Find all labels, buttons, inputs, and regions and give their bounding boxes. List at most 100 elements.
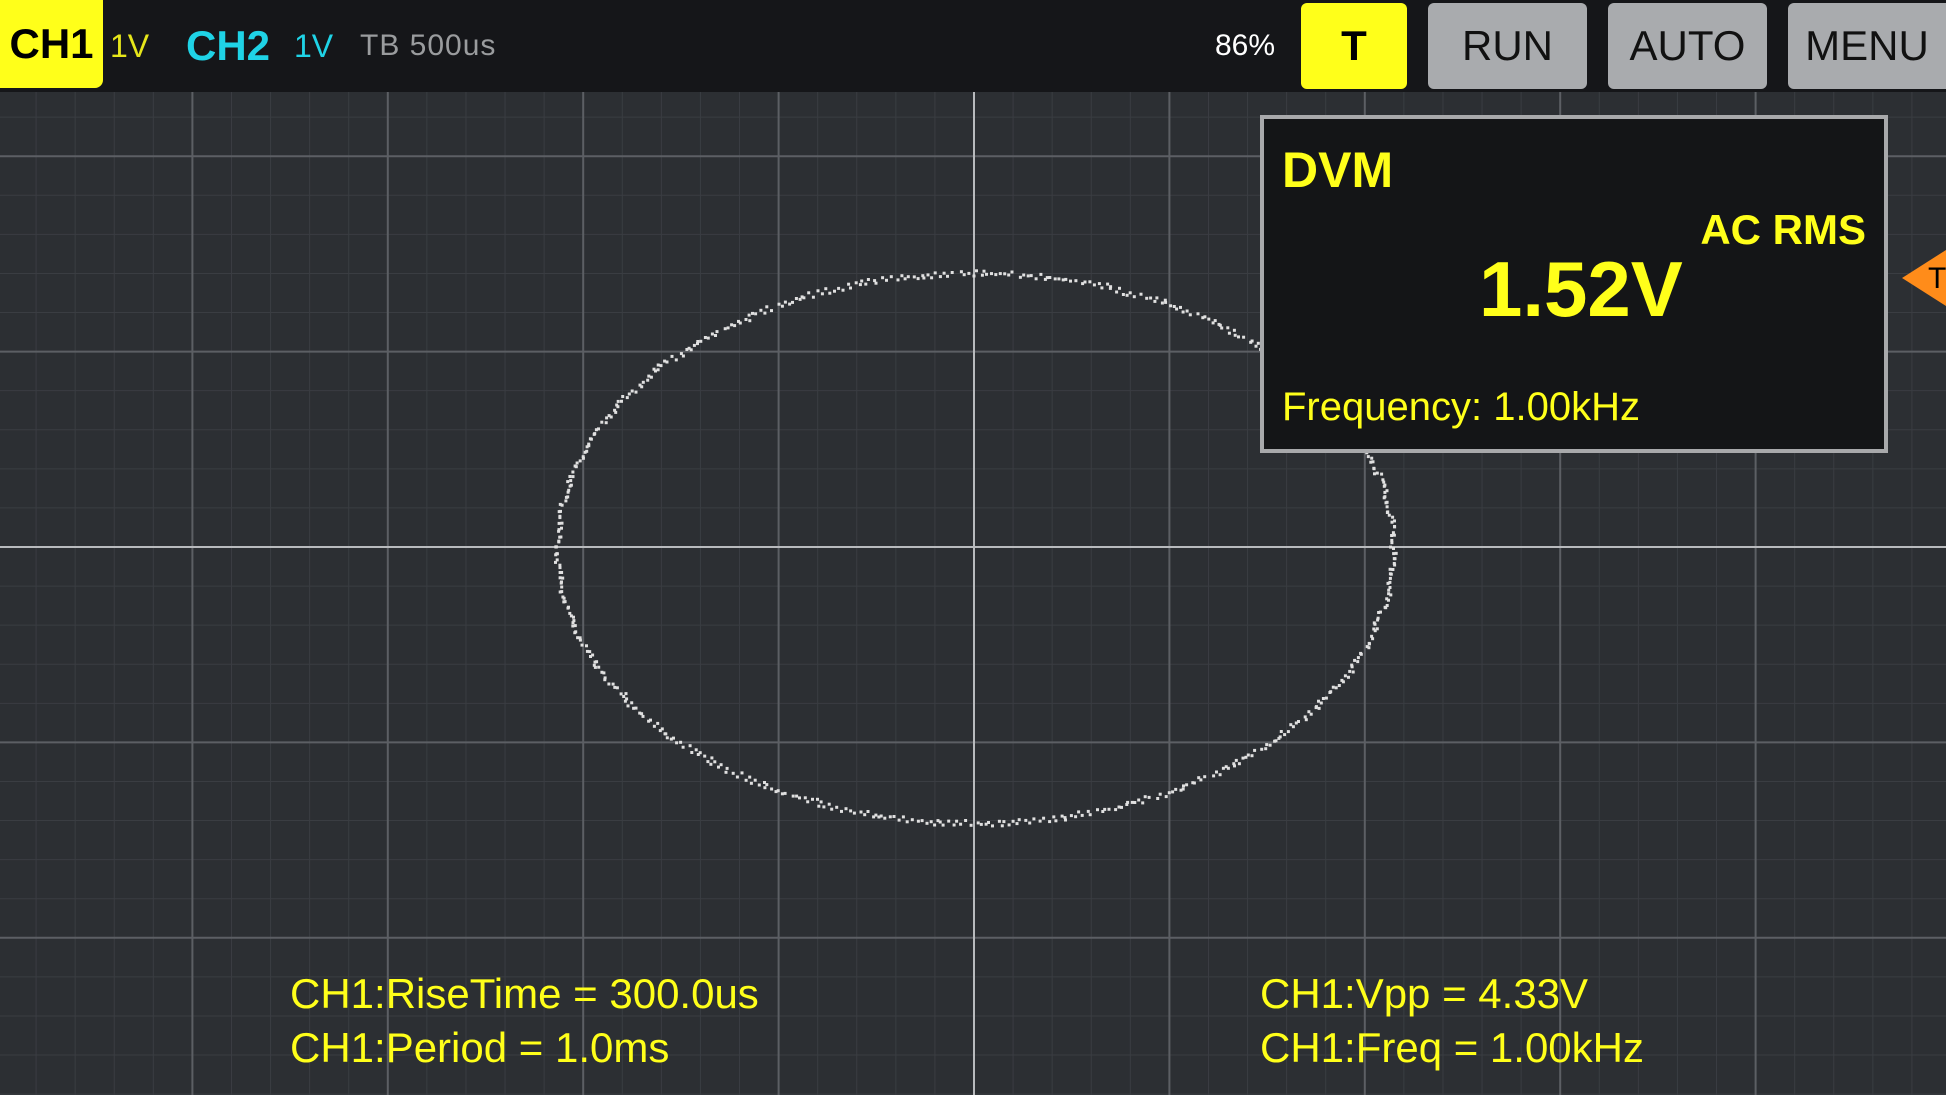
trace-dot [1010,270,1014,274]
trace-dot [1203,775,1207,779]
trace-dot [597,427,600,431]
trace-dot [557,521,561,525]
trace-dot [905,820,909,824]
trace-dot [625,396,629,400]
trace-dot [1171,790,1175,794]
trace-dot [703,754,707,758]
trace-dot [1128,291,1132,295]
trace-dot [1384,501,1388,505]
trace-dot [558,514,562,518]
trace-dot [1132,295,1136,299]
trace-dot [630,389,634,393]
trace-dot [833,289,836,293]
trace-dot [920,819,924,823]
trace-dot [613,685,617,689]
menu-button[interactable]: MENU [1788,3,1946,89]
ch2-button[interactable]: CH2 [186,0,270,92]
trace-dot [623,699,627,703]
trace-dot [681,354,685,358]
trace-dot [1372,621,1376,625]
trace-dot [916,819,920,823]
trace-dot [669,737,673,741]
trace-dot [1139,292,1143,296]
trace-dot [560,521,564,525]
trace-dot [1141,801,1145,805]
trace-dot [670,354,674,358]
ch1-button[interactable]: CH1 [0,0,103,88]
trace-dot [1145,296,1149,300]
trace-dot [964,819,968,822]
trace-dot [573,624,577,628]
trace-dot [1175,307,1179,311]
trace-dot [1034,277,1038,281]
trace-dot [630,701,634,705]
trace-dot [1373,472,1376,476]
trace-dot [592,663,596,667]
trace-dot [1038,819,1042,823]
trace-dot [1057,277,1061,281]
trace-dot [1389,545,1393,549]
trace-dot [587,442,591,446]
trace-dot [985,272,988,276]
trace-dot [569,483,573,487]
trace-dot [647,719,651,723]
trace-dot [824,287,828,291]
trace-dot [1237,762,1241,766]
trace-dot [580,643,584,647]
trace-dot [975,269,978,273]
trace-dot [1356,656,1360,660]
run-button[interactable]: RUN [1428,3,1587,89]
trace-dot [936,819,940,823]
trace-dot [692,343,696,347]
trace-dot [1385,489,1389,493]
trace-dot [1092,283,1096,287]
trace-dot [1118,286,1121,290]
trace-dot [555,552,559,556]
trace-dot [969,823,973,827]
auto-button[interactable]: AUTO [1608,3,1767,89]
trace-dot [1324,696,1328,700]
trace-dot [1265,743,1269,747]
trace-dot [1394,551,1398,555]
trace-dot [723,327,727,331]
trigger-level-marker-icon[interactable]: T [1902,250,1946,306]
trace-dot [640,385,644,389]
trace-dot [1343,674,1347,678]
trace-dot [566,606,570,610]
timebase-label[interactable]: TB 500us [360,0,496,92]
trace-dot [568,611,572,615]
trace-dot [811,295,815,299]
trace-dot [1289,723,1293,727]
trace-dot [1328,691,1332,694]
trace-dot [841,288,845,292]
trace-dot [714,334,717,337]
trace-dot [1365,645,1369,649]
trace-dot [632,706,636,710]
trace-dot [1350,663,1354,667]
trace-dot [795,794,799,798]
trace-dot [858,283,862,287]
trace-dot [1203,315,1207,319]
trace-dot [1250,339,1254,343]
trace-dot [744,778,748,782]
trace-dot [1392,547,1395,550]
trace-dot [593,432,597,436]
trace-dot [780,792,784,796]
trace-dot [897,818,901,822]
dvm-value: 1.52V [1479,245,1683,333]
trace-dot [959,822,963,826]
trace-dot [1053,277,1057,281]
trace-dot [554,545,558,549]
trace-dot [900,274,904,278]
trace-dot [675,741,679,745]
trace-dot [952,823,956,827]
trigger-button[interactable]: T [1301,3,1407,89]
trace-dot [611,682,615,686]
trace-dot [1167,791,1171,795]
trace-dot [950,271,954,274]
trace-dot [713,760,717,764]
trace-dot [1331,685,1335,689]
trace-dot [557,540,561,544]
trace-dot [649,375,653,379]
trace-dot [1185,783,1189,787]
